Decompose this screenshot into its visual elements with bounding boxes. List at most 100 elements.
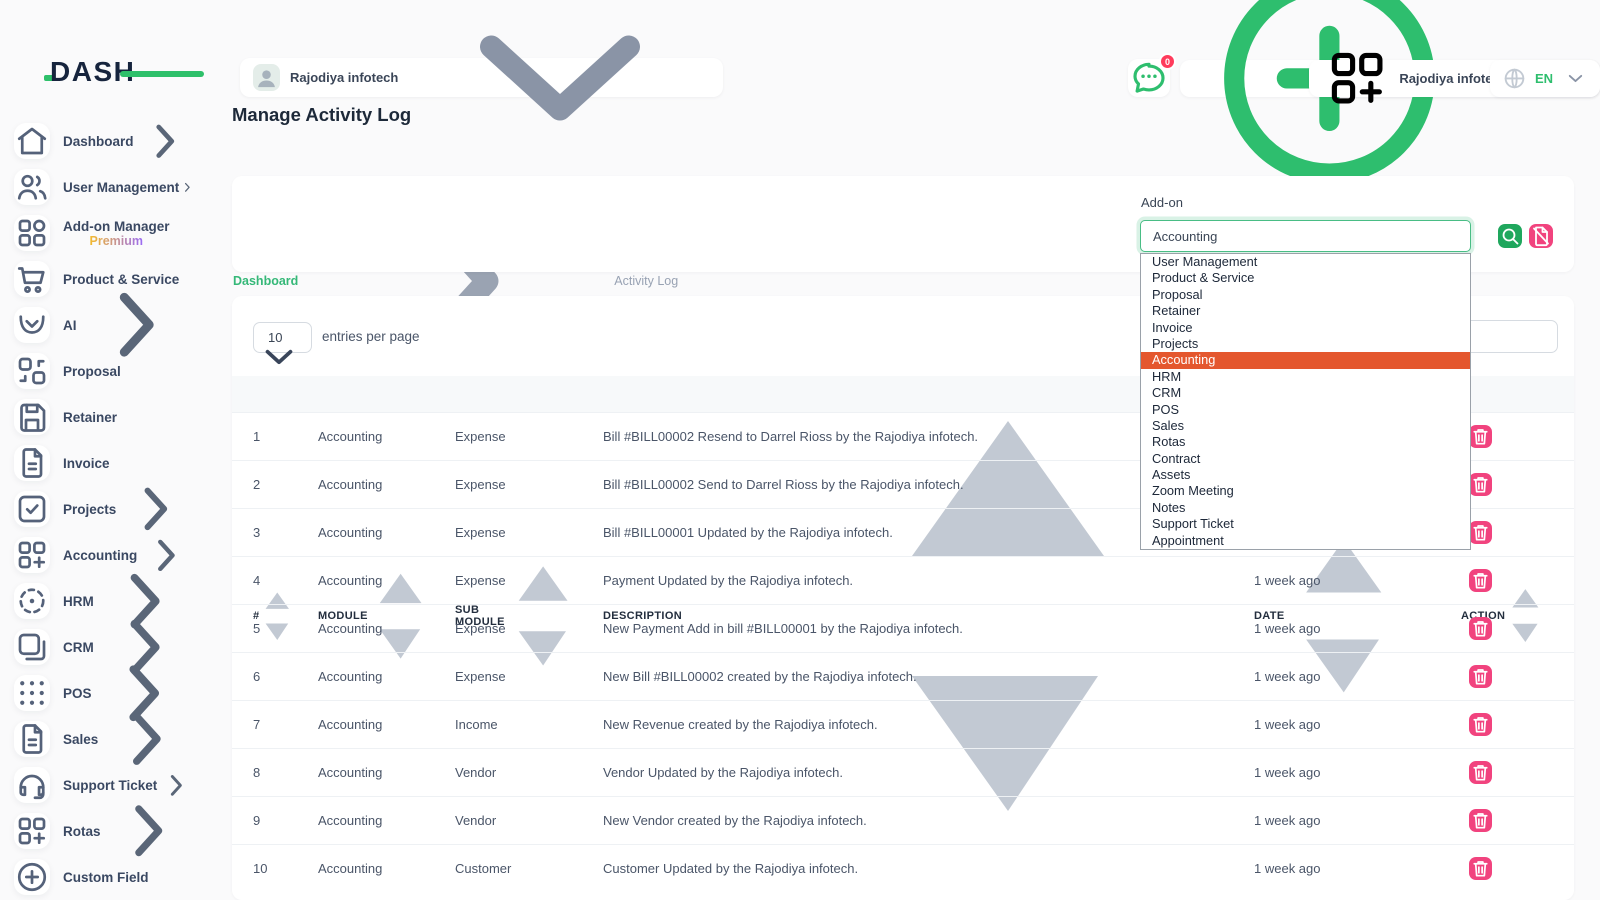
- cell-number: 5: [253, 621, 318, 636]
- cell-sub-module: Expense: [455, 429, 603, 444]
- messages-count-badge: 0: [1159, 53, 1176, 70]
- person-icon: [253, 64, 280, 91]
- headset-icon: [14, 767, 50, 803]
- delete-button[interactable]: [1469, 857, 1492, 880]
- ai-icon: [14, 307, 50, 343]
- cell-number: 2: [253, 477, 318, 492]
- sidebar-item-dashboard[interactable]: Dashboard: [14, 123, 206, 159]
- dropdown-option[interactable]: POS: [1141, 402, 1470, 418]
- sidebar-item-label: CRM: [63, 640, 94, 655]
- app: DASH Dashboard User Management Add-on Ma…: [0, 0, 1600, 900]
- cell-date: 1 week ago: [1180, 765, 1424, 780]
- sidebar-item-ai[interactable]: AI: [14, 307, 206, 343]
- delete-button[interactable]: [1469, 617, 1492, 640]
- cell-description: Payment Updated by the Rajodiya infotech…: [603, 573, 1180, 588]
- dropdown-option[interactable]: Sales: [1141, 418, 1470, 434]
- category-icon: [14, 215, 50, 251]
- sidebar-item-add-on-manager[interactable]: Add-on Manager Premium: [14, 215, 206, 251]
- workspace-name: Rajodiya infotech: [290, 70, 398, 85]
- cell-number: 9: [253, 813, 318, 828]
- cell-module: Accounting: [318, 765, 455, 780]
- dropdown-option[interactable]: Assets: [1141, 467, 1470, 483]
- table-row: 4 Accounting Expense Payment Updated by …: [232, 556, 1574, 604]
- dropdown-option[interactable]: Appointment: [1141, 533, 1470, 549]
- sidebar-item-label: Projects: [63, 502, 116, 517]
- language-selector[interactable]: EN: [1490, 60, 1600, 97]
- delete-button[interactable]: [1469, 569, 1492, 592]
- dropdown-option[interactable]: Zoom Meeting: [1141, 483, 1470, 499]
- cell-description: New Bill #BILL00002 created by the Rajod…: [603, 669, 1180, 684]
- home-icon: [14, 123, 50, 159]
- delete-button[interactable]: [1469, 425, 1492, 448]
- cell-number: 6: [253, 669, 318, 684]
- dropdown-option[interactable]: Accounting: [1141, 352, 1470, 368]
- trash-icon: [1469, 809, 1492, 832]
- messages-button[interactable]: 0: [1128, 59, 1170, 97]
- target-icon: [14, 583, 50, 619]
- chevron-right-icon: [134, 110, 196, 172]
- cell-module: Accounting: [318, 861, 455, 876]
- cart-icon: [14, 261, 50, 297]
- breadcrumb-dashboard-link[interactable]: Dashboard: [233, 274, 298, 288]
- chevron-right-icon: [101, 783, 196, 878]
- sidebar-item-label: Add-on Manager: [63, 219, 170, 234]
- dropdown-option[interactable]: Retainer: [1141, 303, 1470, 319]
- app-logo: DASH: [50, 56, 135, 92]
- dropdown-option[interactable]: Projects: [1141, 336, 1470, 352]
- dots-grid-icon: [14, 675, 50, 711]
- workspace-selector[interactable]: Rajodiya infotech: [240, 58, 723, 97]
- cell-description: New Payment Add in bill #BILL00001 by th…: [603, 621, 1180, 636]
- cell-date: 1 week ago: [1180, 621, 1424, 636]
- sidebar-item-projects[interactable]: Projects: [14, 491, 206, 527]
- reset-filter-button[interactable]: [1529, 224, 1553, 248]
- delete-button[interactable]: [1469, 665, 1492, 688]
- page-title: Manage Activity Log: [232, 104, 411, 126]
- breadcrumb-current: Activity Log: [614, 274, 678, 288]
- cell-number: 8: [253, 765, 318, 780]
- clear-filter-icon: [1529, 224, 1553, 248]
- sidebar-item-retainer[interactable]: Retainer: [14, 399, 206, 435]
- search-icon: [1498, 224, 1522, 248]
- sidebar-item-label: Rotas: [63, 824, 101, 839]
- sidebar-item-sales[interactable]: Sales: [14, 721, 206, 757]
- sidebar-item-rotas[interactable]: Rotas: [14, 813, 206, 849]
- trash-icon: [1469, 857, 1492, 880]
- chevron-right-icon: [179, 179, 196, 196]
- trash-icon: [1469, 521, 1492, 544]
- dropdown-option[interactable]: Contract: [1141, 451, 1470, 467]
- dropdown-option[interactable]: Invoice: [1141, 320, 1470, 336]
- logo-accent-bar: [120, 71, 204, 77]
- cell-sub-module: Income: [455, 717, 603, 732]
- cell-number: 7: [253, 717, 318, 732]
- cell-description: Bill #BILL00002 Send to Darrel Rioss by …: [603, 477, 1180, 492]
- dropdown-option[interactable]: HRM: [1141, 369, 1470, 385]
- cell-description: New Vendor created by the Rajodiya infot…: [603, 813, 1180, 828]
- table-row: 8 Accounting Vendor Vendor Updated by th…: [232, 748, 1574, 796]
- apply-filter-button[interactable]: [1498, 224, 1522, 248]
- file-icon: [14, 721, 50, 757]
- addon-select[interactable]: Accounting: [1140, 220, 1471, 252]
- cell-number: 1: [253, 429, 318, 444]
- sidebar: DASH Dashboard User Management Add-on Ma…: [0, 0, 212, 900]
- cell-date: 1 week ago: [1180, 573, 1424, 588]
- dropdown-option[interactable]: Proposal: [1141, 287, 1470, 303]
- users-icon: [14, 169, 50, 205]
- sidebar-item-user-management[interactable]: User Management: [14, 169, 206, 205]
- delete-button[interactable]: [1469, 761, 1492, 784]
- dropdown-option[interactable]: Product & Service: [1141, 270, 1470, 286]
- dropdown-option[interactable]: User Management: [1141, 254, 1470, 270]
- sidebar-item-label: Custom Field: [63, 870, 149, 885]
- cell-sub-module: Customer: [455, 861, 603, 876]
- delete-button[interactable]: [1469, 521, 1492, 544]
- delete-button[interactable]: [1469, 713, 1492, 736]
- dropdown-option[interactable]: Support Ticket: [1141, 516, 1470, 532]
- dropdown-option[interactable]: CRM: [1141, 385, 1470, 401]
- cell-sub-module: Expense: [455, 477, 603, 492]
- delete-button[interactable]: [1469, 809, 1492, 832]
- dropdown-option[interactable]: Notes: [1141, 500, 1470, 516]
- cell-date: 1 week ago: [1180, 861, 1424, 876]
- sidebar-item-label: Invoice: [63, 456, 110, 471]
- page-size-select[interactable]: 10: [253, 322, 312, 353]
- dropdown-option[interactable]: Rotas: [1141, 434, 1470, 450]
- delete-button[interactable]: [1469, 473, 1492, 496]
